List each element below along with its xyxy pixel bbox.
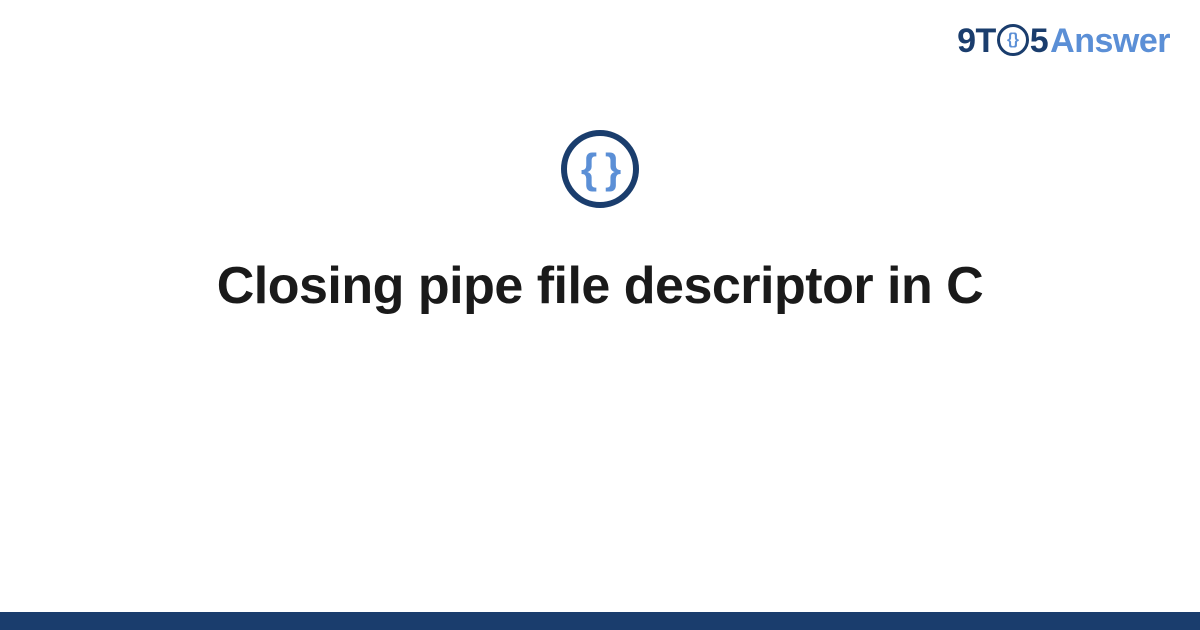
braces-glyph: { } bbox=[581, 148, 619, 190]
logo-clock-icon: {} bbox=[997, 24, 1029, 56]
main-content: { } Closing pipe file descriptor in C bbox=[0, 130, 1200, 316]
logo-suffix: Answer bbox=[1050, 22, 1170, 61]
site-logo[interactable]: 9T {} 5 Answer bbox=[957, 22, 1170, 61]
logo-clock-inner: {} bbox=[1007, 32, 1018, 48]
page-title: Closing pipe file descriptor in C bbox=[177, 256, 1023, 316]
logo-prefix: 9T bbox=[957, 22, 996, 61]
footer-bar bbox=[0, 612, 1200, 630]
code-braces-icon: { } bbox=[561, 130, 639, 208]
logo-middle: 5 bbox=[1030, 22, 1048, 61]
